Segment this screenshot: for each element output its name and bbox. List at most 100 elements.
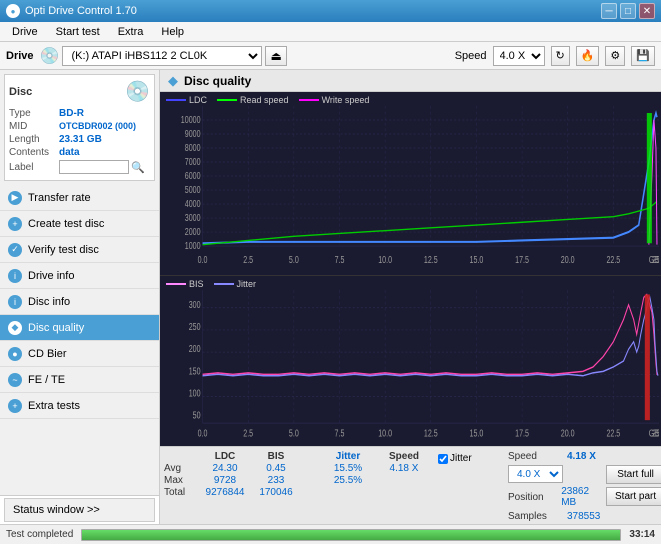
drive-label: Drive <box>6 50 34 62</box>
header-speed: Speed <box>374 451 434 462</box>
max-label: Max <box>164 475 199 486</box>
svg-text:300: 300 <box>189 298 201 310</box>
sidebar-item-drive-info[interactable]: i Drive info <box>0 263 159 289</box>
drive-select[interactable]: (K:) ATAPI iHBS112 2 CL0K <box>62 46 262 66</box>
svg-text:9000: 9000 <box>185 128 201 139</box>
charts-container: LDC Read speed Write speed <box>160 92 661 446</box>
burn-button[interactable]: 🔥 <box>576 46 600 66</box>
contents-label: Contents <box>9 147 59 158</box>
max-jitter: 25.5% <box>323 475 373 486</box>
start-full-button[interactable]: Start full <box>606 465 661 484</box>
progress-bar-fill <box>82 530 620 540</box>
title-bar: ● Opti Drive Control 1.70 ─ □ ✕ <box>0 0 661 22</box>
sidebar-item-extra-tests[interactable]: + Extra tests <box>0 393 159 419</box>
total-label: Total <box>164 487 199 498</box>
svg-text:7.5: 7.5 <box>335 427 345 438</box>
right-stats: Speed 4.18 X 4.0 X Position 23862 MB Sam… <box>502 451 602 520</box>
svg-text:22.5: 22.5 <box>606 427 620 438</box>
jitter-checkbox-row: Jitter <box>438 453 498 464</box>
refresh-button[interactable]: ↻ <box>551 46 570 66</box>
chart-top: LDC Read speed Write speed <box>160 92 661 276</box>
header-ldc: LDC <box>200 451 250 462</box>
svg-text:20.0: 20.0 <box>561 254 575 265</box>
menu-help[interactable]: Help <box>153 24 192 40</box>
menu-bar: Drive Start test Extra Help <box>0 22 661 42</box>
svg-text:10.0: 10.0 <box>378 427 392 438</box>
nav-label-fe-te: FE / TE <box>28 374 65 386</box>
empty3 <box>302 463 322 474</box>
svg-text:22.5: 22.5 <box>606 254 620 265</box>
svg-text:5.0: 5.0 <box>289 254 299 265</box>
close-button[interactable]: ✕ <box>639 3 655 19</box>
speed-right-dropdown[interactable]: 4.0 X <box>508 465 563 483</box>
disc-panel: Disc 💿 Type BD-R MID OTCBDR002 (000) Len… <box>4 74 155 181</box>
sidebar-item-fe-te[interactable]: ~ FE / TE <box>0 367 159 393</box>
total-bis: 170046 <box>251 487 301 498</box>
dq-header-icon: ◆ <box>168 73 178 89</box>
chart-bottom-legend: BIS Jitter <box>162 278 659 290</box>
main-layout: Disc 💿 Type BD-R MID OTCBDR002 (000) Len… <box>0 70 661 524</box>
svg-text:5000: 5000 <box>185 184 201 195</box>
jitter-checkbox-label: Jitter <box>450 453 472 464</box>
nav-label-cd-bier: CD Bier <box>28 348 67 360</box>
transfer-rate-icon: ▶ <box>8 191 22 205</box>
stats-bar: LDC BIS Jitter Speed Avg 24.30 0.45 15.5… <box>160 446 661 524</box>
label-search-icon[interactable]: 🔍 <box>131 161 145 174</box>
ldc-legend-label: LDC <box>189 95 207 105</box>
read-speed-legend-line <box>217 99 237 101</box>
start-part-button[interactable]: Start part <box>606 487 661 506</box>
menu-drive[interactable]: Drive <box>4 24 46 40</box>
sidebar-item-disc-info[interactable]: i Disc info <box>0 289 159 315</box>
title-bar-text: Opti Drive Control 1.70 <box>25 5 137 17</box>
svg-text:0.0: 0.0 <box>198 254 208 265</box>
total-ldc: 9276844 <box>200 487 250 498</box>
drive-icon: 💿 <box>40 46 60 66</box>
svg-text:20.0: 20.0 <box>561 427 575 438</box>
svg-text:250: 250 <box>189 321 201 333</box>
speed-select[interactable]: 4.0 X 2.0 X 8.0 X <box>493 46 545 66</box>
status-window-button[interactable]: Status window >> <box>4 498 155 522</box>
disc-header: Disc <box>9 86 32 98</box>
svg-text:10.0: 10.0 <box>378 254 392 265</box>
sidebar-item-verify-test-disc[interactable]: ✓ Verify test disc <box>0 237 159 263</box>
svg-text:2000: 2000 <box>185 226 201 237</box>
sidebar-item-cd-bier[interactable]: ● CD Bier <box>0 341 159 367</box>
save-button[interactable]: 💾 <box>631 46 655 66</box>
svg-text:GB: GB <box>649 254 659 265</box>
svg-text:150: 150 <box>189 365 201 377</box>
settings-button[interactable]: ⚙ <box>605 46 625 66</box>
minimize-button[interactable]: ─ <box>601 3 617 19</box>
label-input[interactable] <box>59 160 129 174</box>
chart-bottom: BIS Jitter <box>160 276 661 446</box>
svg-text:2.5: 2.5 <box>243 427 253 438</box>
svg-text:17.5: 17.5 <box>515 427 529 438</box>
avg-jitter: 15.5% <box>323 463 373 474</box>
menu-start-test[interactable]: Start test <box>48 24 108 40</box>
sidebar-item-transfer-rate[interactable]: ▶ Transfer rate <box>0 185 159 211</box>
contents-value: data <box>59 147 80 158</box>
maximize-button[interactable]: □ <box>620 3 636 19</box>
jitter-legend-line <box>214 283 234 285</box>
avg-speed: 4.18 X <box>374 463 434 474</box>
nav-label-drive-info: Drive info <box>28 270 74 282</box>
status-time: 33:14 <box>629 529 655 540</box>
disc-quality-header: ◆ Disc quality <box>160 70 661 92</box>
read-speed-legend-label: Read speed <box>240 95 289 105</box>
app-icon: ● <box>6 4 20 18</box>
eject-button[interactable]: ⏏ <box>265 46 286 66</box>
svg-text:3000: 3000 <box>185 212 201 223</box>
speed-label: Speed <box>455 50 487 62</box>
svg-text:15.0: 15.0 <box>470 427 484 438</box>
svg-text:2.5: 2.5 <box>243 254 253 265</box>
stats-table: LDC BIS Jitter Speed Avg 24.30 0.45 15.5… <box>164 451 434 520</box>
nav-label-create-test-disc: Create test disc <box>28 218 104 230</box>
disc-quality-icon: ◆ <box>8 321 22 335</box>
menu-extra[interactable]: Extra <box>110 24 152 40</box>
bis-legend-label: BIS <box>189 279 204 289</box>
sidebar-item-disc-quality[interactable]: ◆ Disc quality <box>0 315 159 341</box>
top-chart-svg: 10000 9000 8000 7000 6000 5000 4000 3000… <box>162 106 659 267</box>
empty5 <box>374 475 434 486</box>
sidebar-item-create-test-disc[interactable]: + Create test disc <box>0 211 159 237</box>
dq-title: Disc quality <box>184 74 251 88</box>
jitter-checkbox[interactable] <box>438 454 448 464</box>
